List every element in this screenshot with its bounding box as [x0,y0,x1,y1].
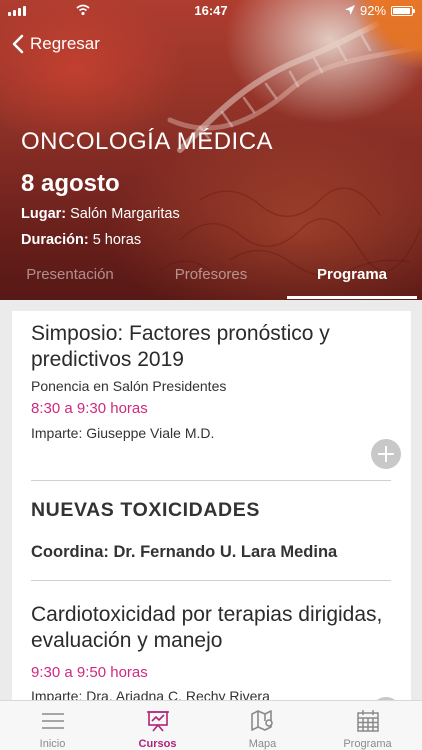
duration-row: Duración: 5 horas [21,232,141,248]
nav-label: Programa [343,738,392,750]
battery-percentage: 92% [360,3,387,18]
tab-presentacion[interactable]: Presentación [0,262,140,298]
section-heading: NUEVAS TOXICIDADES [31,499,260,521]
session-time: 8:30 a 9:30 horas [31,400,148,417]
nav-label: Cursos [138,738,177,750]
divider [31,580,391,581]
session-title: Simposio: Factores pronóstico y predicti… [31,322,330,371]
back-button[interactable]: Regresar [12,32,100,56]
nav-label: Mapa [248,738,277,750]
location-value: Salón Margaritas [70,206,180,222]
status-time: 16:47 [194,3,228,18]
nav-inicio[interactable]: Inicio [0,701,105,750]
tab-bar: Presentación Profesores Programa [0,262,422,300]
tab-programa[interactable]: Programa [282,262,422,298]
active-tab-indicator [287,296,417,299]
section-coordinator: Coordina: Dr. Fernando U. Lara Medina [31,543,338,561]
duration-label: Duración: [21,232,89,248]
location-row: Lugar: Salón Margaritas [21,206,180,222]
divider [31,480,391,481]
back-label: Regresar [30,34,100,53]
chevron-left-icon [12,34,24,54]
location-label: Lugar: [21,206,67,222]
add-session-button[interactable] [371,439,401,469]
session-room: Ponencia en Salón Presidentes [31,378,227,394]
nav-mapa[interactable]: Mapa [210,701,315,750]
map-icon [251,710,273,731]
session-time: 9:30 a 9:50 horas [31,664,148,681]
session-speaker: Imparte: Giuseppe Viale M.D. [31,425,215,441]
location-arrow-icon [345,5,355,15]
program-list[interactable]: Simposio: Factores pronóstico y predicti… [12,311,411,701]
status-bar: 16:47 92% [0,0,422,22]
nav-cursos[interactable]: Cursos [105,701,210,750]
battery-icon [391,6,415,16]
nav-programa[interactable]: Programa [315,701,420,750]
presentation-board-icon [147,711,169,732]
course-date: 8 agosto [21,170,120,197]
bottom-tab-bar: Inicio Cursos Mapa Programa [0,700,422,750]
course-title: ONCOLOGÍA MÉDICA [21,128,274,155]
tab-profesores[interactable]: Profesores [141,262,281,298]
duration-value: 5 horas [92,232,142,248]
nav-label: Inicio [39,738,66,750]
calendar-icon [357,710,379,732]
menu-icon [42,713,64,729]
course-header: 16:47 92% Regresar ONCOLOGÍA MÉDICA 8 ag… [0,0,422,300]
session-title: Cardiotoxicidad por terapias dirigidas, … [31,603,383,652]
